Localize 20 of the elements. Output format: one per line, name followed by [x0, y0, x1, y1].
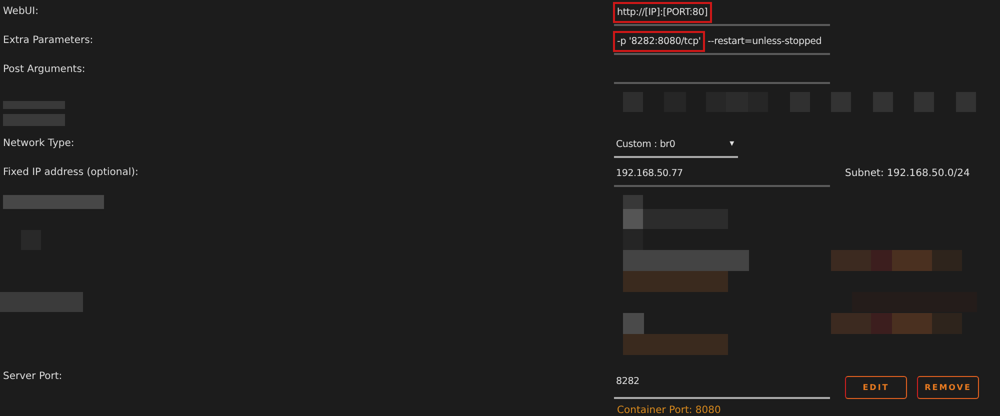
highlighted-text: -p '8282:8080/tcp': [613, 30, 705, 52]
input-field[interactable]: -p '8282:8080/tcp' --restart=unless-stopped: [614, 29, 830, 55]
pixelated-drawing: [3, 101, 65, 109]
field-label: Fixed IP address (optional):: [3, 167, 138, 178]
field-label: Network Type:: [3, 138, 74, 149]
field-label: Extra Parameters:: [3, 35, 94, 46]
field-label: Server Port:: [3, 371, 62, 382]
subnet-text: Subnet: 192.168.50.0/24: [845, 168, 970, 179]
input-field[interactable]: http://[IP]:[PORT:80]: [614, 0, 830, 26]
input-field[interactable]: 8282: [614, 365, 830, 399]
highlighted-text: http://[IP]:[PORT:80]: [613, 2, 712, 22]
pixelated-drawing: [3, 114, 65, 126]
field-text: --restart=unless-stopped: [706, 36, 822, 46]
network-dropdown[interactable]: Custom : br0 ▾: [614, 132, 738, 158]
remove-button[interactable]: REMOVE: [917, 376, 979, 399]
input-field[interactable]: 192.168.50.77: [614, 161, 830, 187]
field-label: WebUI:: [3, 6, 38, 17]
container-port-text: Container Port: 8080: [617, 405, 721, 416]
field-label: Post Arguments:: [3, 64, 86, 75]
edit-button[interactable]: EDIT: [845, 376, 907, 399]
